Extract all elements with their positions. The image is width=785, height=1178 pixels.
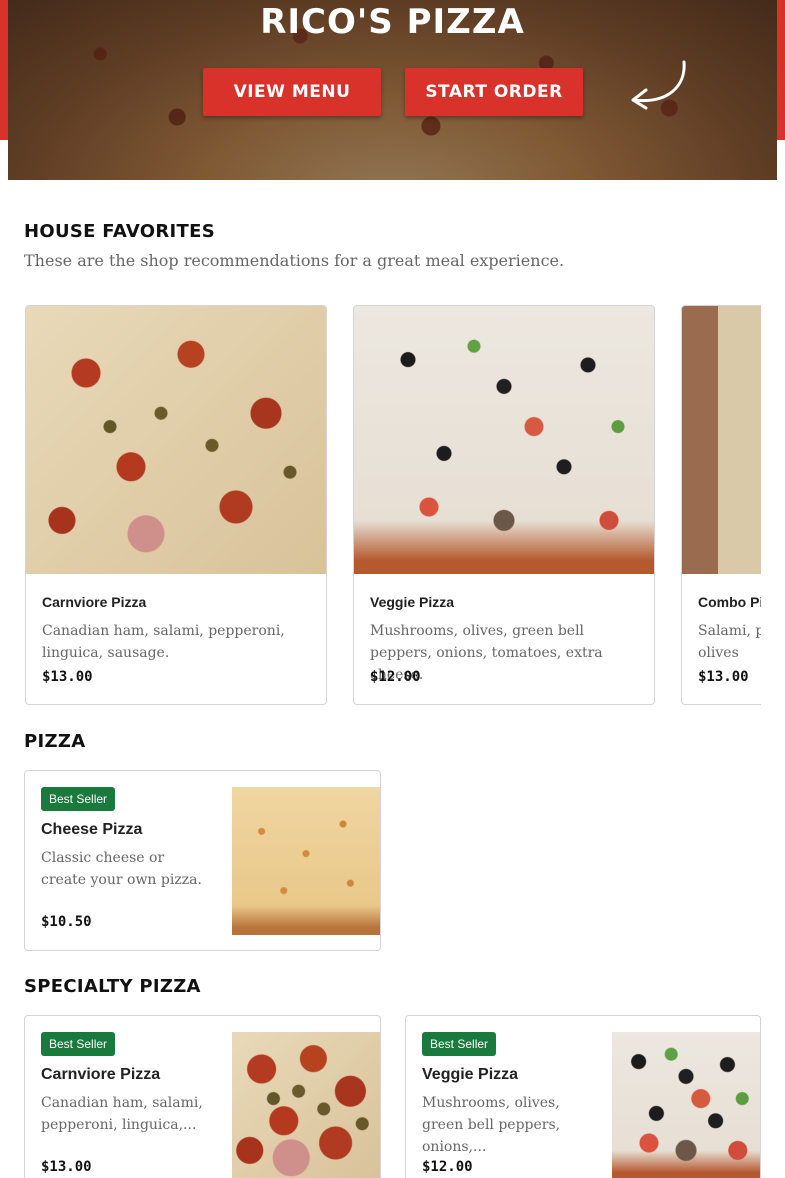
- menu-item-cheese-pizza[interactable]: Best Seller Cheese Pizza Classic cheese …: [24, 770, 381, 951]
- item-price: $13.00: [41, 1159, 92, 1175]
- item-description: Canadian ham, salami, pepperoni, linguic…: [41, 1095, 203, 1133]
- veggie-pizza-image: [612, 1032, 760, 1178]
- item-name: Veggie Pizza: [422, 1066, 519, 1083]
- carnivore-pizza-image: [26, 306, 326, 574]
- favorite-description: Canadian ham, salami, pepperoni, linguic…: [42, 623, 285, 661]
- carnivore-pizza-image: [232, 1032, 380, 1178]
- item-name: Cheese Pizza: [41, 821, 143, 838]
- menu-item-carnivore-pizza[interactable]: Best Seller Carnviore Pizza Canadian ham…: [24, 1015, 381, 1178]
- favorite-name: Combo Pizza: [698, 594, 761, 610]
- pizza-heading: PIZZA: [24, 731, 86, 752]
- best-seller-badge: Best Seller: [41, 787, 116, 811]
- item-description: Mushrooms, olives, green bell peppers, o…: [422, 1095, 561, 1155]
- house-favorites-heading: HOUSE FAVORITES: [24, 221, 215, 242]
- restaurant-title: RICO'S PIZZA: [260, 2, 525, 42]
- item-description: Classic cheese or create your own pizza.: [41, 850, 202, 888]
- veggie-pizza-image: [354, 306, 654, 574]
- item-price: $10.50: [41, 914, 92, 930]
- start-order-button[interactable]: START ORDER: [405, 68, 583, 116]
- favorite-name: Carnviore Pizza: [42, 594, 147, 610]
- curved-arrow-icon: [631, 60, 686, 110]
- cheese-pizza-image: [232, 787, 380, 935]
- item-price: $12.00: [422, 1159, 473, 1175]
- best-seller-badge: Best Seller: [41, 1032, 116, 1056]
- favorite-name: Veggie Pizza: [370, 594, 455, 610]
- favorite-price: $12.00: [370, 669, 421, 685]
- favorite-card-combo[interactable]: Combo Pizza Salami, pepperoni, bell pepp…: [681, 305, 761, 705]
- menu-item-veggie-pizza[interactable]: Best Seller Veggie Pizza Mushrooms, oliv…: [405, 1015, 761, 1178]
- item-name: Carnviore Pizza: [41, 1066, 161, 1083]
- view-menu-button[interactable]: VIEW MENU: [203, 68, 381, 116]
- favorite-description: Salami, pepperoni, bell pepper, olives: [698, 623, 761, 661]
- favorite-price: $13.00: [42, 669, 93, 685]
- house-favorites-subtitle: These are the shop recommendations for a…: [24, 251, 565, 270]
- specialty-pizza-heading: SPECIALTY PIZZA: [24, 976, 201, 997]
- favorite-card-veggie[interactable]: Veggie Pizza Mushrooms, olives, green be…: [353, 305, 655, 705]
- best-seller-badge: Best Seller: [422, 1032, 497, 1056]
- favorite-card-carnivore[interactable]: Carnviore Pizza Canadian ham, salami, pe…: [25, 305, 327, 705]
- hero-banner: RICO'S PIZZA VIEW MENU START ORDER: [0, 0, 785, 180]
- combo-pizza-image: [682, 306, 761, 574]
- favorites-carousel[interactable]: Carnviore Pizza Canadian ham, salami, pe…: [24, 305, 761, 706]
- favorite-price: $13.00: [698, 669, 749, 685]
